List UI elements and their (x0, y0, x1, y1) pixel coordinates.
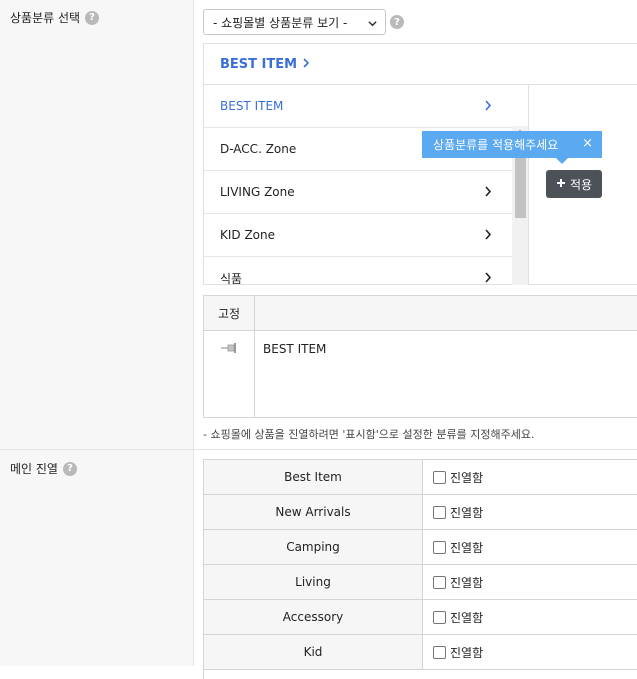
table-row: Accessory 진열함 (204, 600, 637, 635)
display-checkbox[interactable]: 진열함 (433, 609, 483, 626)
checkbox[interactable] (433, 646, 446, 659)
fixed-category-name: BEST ITEM (263, 342, 327, 356)
display-name: New Arrivals (204, 495, 423, 529)
help-icon[interactable]: ? (390, 15, 404, 29)
help-note: - 쇼핑몰에 상품을 진열하려면 '표시함'으로 설정한 분류를 지정해주세요. (203, 428, 535, 441)
apply-button[interactable]: 적용 (546, 170, 602, 198)
checkbox-label: 진열함 (450, 611, 484, 625)
tooltip-text: 상품분류를 적용해주세요 (433, 138, 559, 152)
display-name: Living (204, 565, 423, 599)
checkbox-label: 진열함 (450, 541, 484, 555)
display-checkbox[interactable]: 진열함 (433, 469, 483, 486)
help-icon[interactable]: ? (85, 10, 100, 25)
fixed-column-header: 고정 (204, 296, 254, 331)
category-item[interactable]: BEST ITEM (204, 85, 528, 128)
category-select-label-text: 상품분류 선택 (10, 11, 81, 25)
table-row: Best Item 진열함 (204, 460, 637, 495)
checkbox-label: 진열함 (450, 471, 484, 485)
display-name: Best Item (204, 460, 423, 494)
checkbox-label: 진열함 (450, 576, 484, 590)
chevron-right-icon[interactable] (484, 100, 492, 114)
apply-button-label: 적용 (569, 177, 593, 192)
main-display-table: Best Item 진열함 New Arrivals 진열함 Camping 진… (203, 459, 637, 679)
checkbox-label: 진열함 (450, 506, 484, 520)
category-panel: BEST ITEM BEST ITEM D-ACC. Zone LIVING Z… (203, 43, 637, 285)
main-display-label-text: 메인 진열 (10, 462, 58, 476)
category-item-label: 식품 (220, 271, 243, 286)
table-row: New Arrivals 진열함 (204, 495, 637, 530)
display-name: Kid (204, 635, 423, 669)
checkbox[interactable] (433, 611, 446, 624)
display-checkbox[interactable]: 진열함 (433, 539, 483, 556)
category-column-header (254, 296, 637, 331)
display-checkbox[interactable]: 진열함 (433, 644, 483, 661)
checkbox-label: 진열함 (450, 646, 484, 660)
checkbox[interactable] (433, 506, 446, 519)
fixed-category-table: 고정 BEST ITEM (203, 295, 637, 418)
checkbox[interactable] (433, 541, 446, 554)
column-divider (254, 296, 255, 418)
checkbox[interactable] (433, 471, 446, 484)
chevron-right-icon[interactable] (484, 272, 492, 285)
category-list[interactable]: BEST ITEM D-ACC. Zone LIVING Zone KID Zo… (204, 85, 529, 285)
category-item[interactable]: 식품 (204, 257, 528, 285)
display-name: Accessory (204, 600, 423, 634)
category-item[interactable]: KID Zone (204, 214, 528, 257)
chevron-right-icon[interactable] (484, 186, 492, 200)
category-item-label: D-ACC. Zone (220, 142, 297, 156)
help-icon[interactable]: ? (62, 461, 77, 476)
display-name: Camping (204, 530, 423, 564)
display-checkbox[interactable]: 진열함 (433, 574, 483, 591)
pin-icon[interactable] (220, 342, 240, 357)
breadcrumb-label: BEST ITEM (220, 56, 298, 72)
chevron-down-icon (368, 17, 377, 31)
category-breadcrumb[interactable]: BEST ITEM (204, 44, 637, 85)
category-item-label: LIVING Zone (220, 185, 295, 199)
row-divider (0, 449, 637, 450)
table-row: Camping 진열함 (204, 530, 637, 565)
display-checkbox[interactable]: 진열함 (433, 504, 483, 521)
chevron-right-icon (302, 57, 310, 72)
table-row: Kid 진열함 (204, 635, 637, 670)
category-item-label: BEST ITEM (220, 99, 284, 113)
plus-icon (556, 177, 566, 191)
category-item-label: KID Zone (220, 228, 276, 242)
apply-tooltip: 상품분류를 적용해주세요 × (422, 131, 602, 164)
chevron-right-icon[interactable] (484, 229, 492, 243)
tooltip-tail (556, 158, 568, 164)
table-row: Living 진열함 (204, 565, 637, 600)
category-item[interactable]: LIVING Zone (204, 171, 528, 214)
category-select-label: 상품분류 선택 ? (10, 9, 100, 26)
close-icon[interactable]: × (582, 136, 593, 151)
label-column (0, 0, 194, 666)
mall-category-dropdown[interactable]: - 쇼핑몰별 상품분류 보기 - (203, 9, 386, 35)
main-display-label: 메인 진열 ? (10, 460, 77, 477)
checkbox[interactable] (433, 576, 446, 589)
dropdown-value: - 쇼핑몰별 상품분류 보기 - (213, 15, 348, 30)
